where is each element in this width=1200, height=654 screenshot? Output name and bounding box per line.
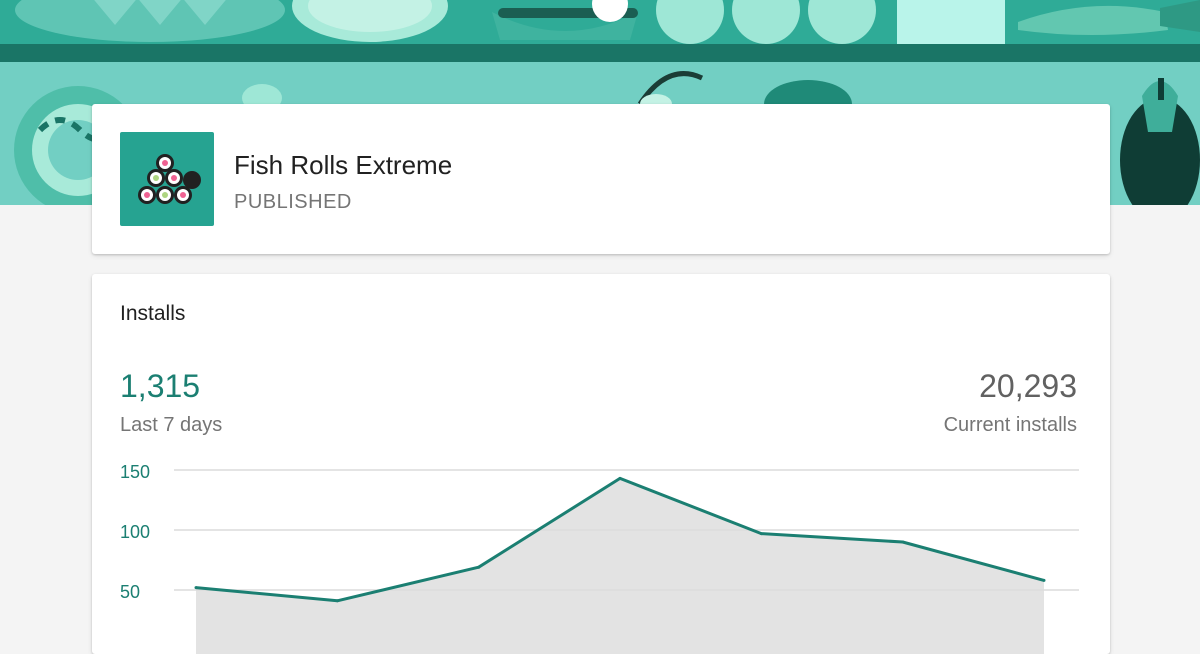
chart-data-point [477,565,481,569]
app-name[interactable]: Fish Rolls Extreme [234,150,452,181]
installs-chart: 150 100 50 [120,462,1079,654]
installs-card: Installs 1,315 Last 7 days 20,293 Curren… [92,274,1110,654]
chart-y-tick-label: 150 [120,462,150,482]
chart-data-point [335,599,339,603]
sushi-rolls-icon[interactable] [120,132,214,226]
chart-data-point [901,540,905,544]
chart-y-tick-label: 100 [120,522,150,542]
chart-data-point [1042,578,1046,582]
app-status-badge: PUBLISHED [234,191,352,213]
app-summary-card: Fish Rolls Extreme PUBLISHED [92,104,1110,254]
chart-y-tick-label: 50 [120,582,140,602]
chart-data-point [194,586,198,590]
chart-data-point [759,532,763,536]
chart-data-point [618,476,622,480]
